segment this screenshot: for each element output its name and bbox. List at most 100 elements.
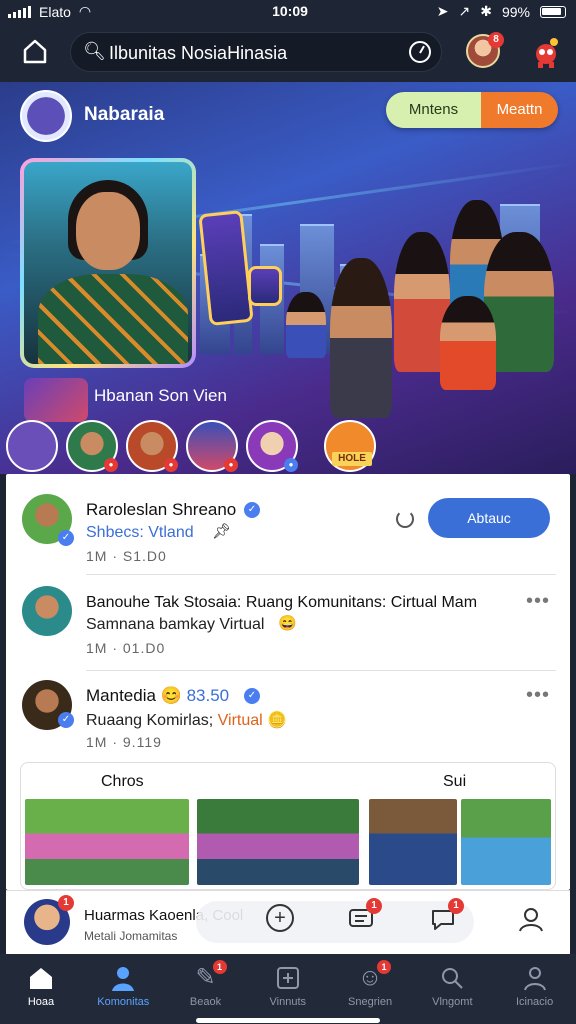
post-meta: 1M · 01.D0 (86, 640, 166, 656)
coin-icon: 🪙 (267, 712, 288, 729)
nav-label: Hoaa (27, 996, 55, 1008)
feed-post[interactable]: ✓ Raroleslan Shreano ✓ Shbecs: Vtland 📌︎… (6, 474, 570, 570)
message-icon[interactable]: 1 (346, 898, 382, 934)
story-avatar[interactable]: ● (246, 420, 298, 472)
mode-toggle[interactable]: Mntens Meattn (386, 92, 558, 128)
bluetooth-icon: ✱ (480, 3, 492, 19)
top-header: 🔍︎ Ilbunitas NosiaHinasia 8 (0, 26, 576, 82)
nav-item-profile[interactable]: Icinacio (494, 954, 576, 1024)
nav-label: Vinnuts (269, 996, 307, 1008)
verified-icon: ✓ (58, 530, 74, 546)
post-author[interactable]: Raroleslan Shreano (86, 500, 236, 520)
host-video-card[interactable] (20, 158, 196, 368)
post-subtitle-text: Ruaang Komirlas; (86, 712, 214, 729)
bottom-navigation: Hoaa Komonitas ✎ 1 Beaok Vinnuts ☺ 1 Sne… (0, 954, 576, 1024)
add-icon[interactable]: + (266, 904, 294, 932)
history-icon[interactable] (409, 41, 431, 63)
add-box-icon (274, 964, 302, 992)
search-input[interactable]: 🔍︎ Ilbunitas NosiaHinasia (70, 32, 442, 72)
follow-button[interactable]: Abtauc (428, 498, 550, 538)
navigation-icon: ↗ (458, 3, 471, 19)
nav-item-search[interactable]: ✎ 1 Beaok (165, 954, 247, 1024)
verified-icon: ✓ (244, 502, 260, 518)
nav-label: Vlngomt (432, 996, 473, 1008)
home-icon (27, 964, 55, 992)
media-gallery-card[interactable]: Chros Sui (20, 762, 556, 890)
signal-icon (8, 5, 31, 18)
composer-avatar[interactable]: 1 (24, 895, 74, 945)
chat-icon[interactable]: 1 (428, 898, 464, 934)
loading-icon (396, 510, 414, 528)
feed-post[interactable]: Banouhe Tak Stosaia: Ruang Komunitans: C… (6, 580, 570, 670)
nav-item-community[interactable]: Komonitas (82, 954, 164, 1024)
person-icon (521, 964, 549, 992)
floating-card-illustration (248, 266, 282, 306)
live-badge: HOLE (332, 452, 372, 466)
post-author[interactable]: Banouhe Tak Stosaia: Ruang Komunitans: C… (86, 594, 477, 612)
nav-item-activity[interactable]: ☺ 1 Snegrien (329, 954, 411, 1024)
wifi-icon: ◠ (78, 3, 92, 19)
media-thumbnail[interactable] (197, 799, 359, 885)
post-subtitle-highlight: Virtual (217, 712, 263, 729)
story-badge: ● (164, 458, 178, 472)
search-icon (438, 964, 466, 992)
community-name: Nabaraia (84, 104, 165, 125)
people-icon (109, 964, 137, 992)
story-badge: ● (224, 458, 238, 472)
toggle-members[interactable]: Mntens (386, 92, 481, 128)
nav-item-home[interactable]: Hoaa (0, 954, 82, 1024)
live-story-button[interactable]: HOLE (324, 420, 376, 472)
feed-post[interactable]: ✓ Mantedia 😊 83.50 ✓ ••• Ruaang Komirlas… (6, 674, 570, 762)
nav-item-explore[interactable]: Vlngomt (411, 954, 493, 1024)
media-thumbnail[interactable] (25, 799, 189, 885)
media-thumbnail[interactable] (461, 799, 551, 885)
battery-percent: 99% (501, 3, 530, 20)
story-avatar[interactable]: ● (186, 420, 238, 472)
post-author-name: Mantedia (86, 686, 156, 705)
community-member-illustration (330, 258, 392, 418)
post-subtitle: Shbecs: Vtland (86, 524, 194, 541)
divider (86, 574, 556, 575)
home-indicator (196, 1018, 380, 1023)
media-thumbnail[interactable] (369, 799, 457, 885)
profile-avatar[interactable]: 8 (466, 32, 504, 68)
post-avatar[interactable] (22, 586, 72, 636)
post-meta: 1M · S1.D0 (86, 548, 167, 564)
post-subtitle: Samnana bamkay Virtual (86, 616, 265, 633)
mascot-icon[interactable] (528, 34, 564, 70)
toggle-meeting[interactable]: Meattn (481, 92, 558, 128)
featured-label: Hbanan Son Vien (94, 386, 227, 405)
post-stat: 83.50 (186, 686, 230, 705)
status-time: 10:09 (272, 3, 308, 19)
community-member-illustration (286, 292, 326, 358)
story-avatar[interactable] (6, 420, 58, 472)
notification-badge: 1 (448, 898, 464, 914)
community-logo[interactable] (20, 90, 72, 142)
media-label-left: Chros (101, 773, 144, 790)
carrier-label: Elato (39, 3, 71, 20)
story-avatar[interactable]: ● (66, 420, 118, 472)
post-author[interactable]: Mantedia 😊 83.50 (86, 686, 229, 706)
more-options-icon[interactable]: ••• (526, 684, 550, 707)
status-bar: Elato ◠ 10:09 ➤ ↗ ✱ 99% (0, 0, 576, 26)
nav-item-create[interactable]: Vinnuts (247, 954, 329, 1024)
home-icon (23, 39, 47, 64)
community-hero-banner: Nabaraia Mntens Meattn Hbanan Son Vien ●… (0, 82, 576, 474)
story-row: ● ● ● ● (6, 420, 298, 472)
nav-label: Snegrien (348, 996, 393, 1008)
story-avatar[interactable]: ● (126, 420, 178, 472)
feed: ✓ Raroleslan Shreano ✓ Shbecs: Vtland 📌︎… (6, 474, 570, 890)
featured-thumbnail[interactable] (24, 378, 88, 422)
media-label-right: Sui (443, 773, 467, 790)
verified-icon: ✓ (58, 712, 74, 728)
story-badge: ● (104, 458, 118, 472)
notification-badge: 1 (377, 960, 392, 974)
profile-icon[interactable] (516, 904, 546, 934)
notification-badge: 1 (212, 960, 227, 974)
more-options-icon[interactable]: ••• (526, 590, 550, 613)
battery-icon (540, 5, 566, 18)
home-button[interactable] (16, 36, 54, 72)
notification-badge: 8 (488, 32, 504, 48)
nav-label: Komonitas (97, 996, 150, 1008)
emoji-icon: 😊 (160, 686, 182, 705)
